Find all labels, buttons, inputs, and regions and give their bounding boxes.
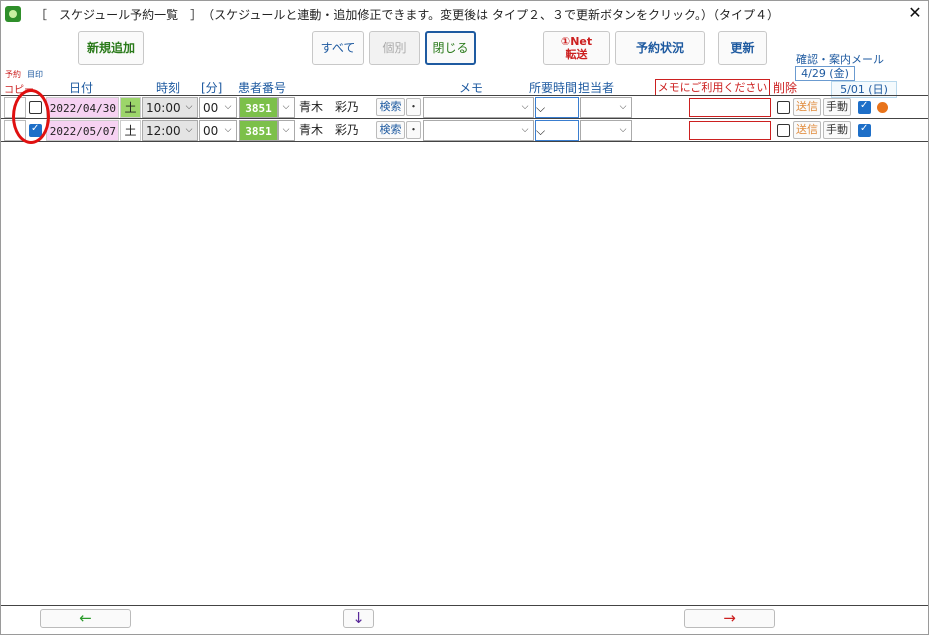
patient-select[interactable]: ⌵ bbox=[278, 97, 295, 118]
table-row: 2022/04/30 土 10:00 ⌵ 00 ⌵ 3851 ⌵ 青木 彩乃 検… bbox=[1, 96, 928, 119]
date-cell[interactable]: 2022/04/30 bbox=[46, 97, 119, 118]
header-duration: 所要時間 bbox=[529, 81, 578, 95]
minute-value: 00 bbox=[203, 101, 219, 115]
header-reservation: 予約 bbox=[5, 70, 21, 79]
duration-select[interactable]: ⌵ bbox=[535, 120, 579, 141]
send-button[interactable]: 送信 bbox=[793, 98, 821, 116]
mail-checkbox[interactable] bbox=[858, 123, 871, 137]
day-of-week: 土 bbox=[120, 97, 141, 118]
chevron-down-icon: ⌵ bbox=[536, 101, 546, 115]
manual-button[interactable]: 手動 bbox=[823, 121, 851, 139]
net-transfer-line2: 転送 bbox=[565, 48, 588, 61]
status-dot-icon bbox=[877, 102, 888, 113]
title-bar: ［ スケジュール予約一覧 ］ （スケジュールと連動・追加修正できます。変更後は … bbox=[1, 1, 928, 27]
date-cell[interactable]: 2022/05/07 bbox=[46, 120, 119, 141]
table-row: 2022/05/07 土 12:00 ⌵ 00 ⌵ 3851 ⌵ 青木 彩乃 検… bbox=[1, 119, 928, 142]
search-button[interactable]: 検索 bbox=[376, 98, 405, 116]
memo-input[interactable] bbox=[689, 121, 771, 140]
delete-checkbox[interactable] bbox=[777, 101, 790, 114]
close-button[interactable]: 閉じる bbox=[425, 31, 476, 65]
mail-checkbox[interactable] bbox=[858, 100, 871, 114]
staff-select[interactable]: ⌵ bbox=[580, 97, 632, 118]
memo-input[interactable] bbox=[689, 98, 771, 117]
memo-note-label: メモにご利用ください bbox=[655, 79, 770, 96]
chevron-down-icon: ⌵ bbox=[185, 125, 193, 135]
send-button[interactable]: 送信 bbox=[793, 121, 821, 139]
individual-button[interactable]: 個別 bbox=[369, 31, 420, 65]
header-mark: 目印 bbox=[27, 70, 43, 79]
patient-number[interactable]: 3851 bbox=[239, 120, 278, 141]
delete-checkbox[interactable] bbox=[777, 124, 790, 137]
header-memo: メモ bbox=[459, 81, 484, 95]
time-value: 10:00 bbox=[146, 101, 181, 115]
duration-select[interactable]: ⌵ bbox=[535, 97, 579, 118]
patient-number[interactable]: 3851 bbox=[239, 97, 278, 118]
chevron-down-icon: ⌵ bbox=[224, 102, 232, 112]
patient-name: 青木 彩乃 bbox=[299, 100, 360, 114]
day-of-week: 土 bbox=[120, 120, 141, 141]
chevron-down-icon: ⌵ bbox=[619, 102, 627, 112]
window-title: ［ スケジュール予約一覧 ］ （スケジュールと連動・追加修正できます。変更後は … bbox=[35, 8, 779, 22]
app-icon bbox=[5, 6, 21, 22]
minute-value: 00 bbox=[203, 124, 219, 138]
patient-select[interactable]: ⌵ bbox=[278, 120, 295, 141]
chevron-down-icon: ⌵ bbox=[619, 125, 627, 135]
mail-section-label: 確認・案内メール bbox=[796, 53, 884, 66]
chevron-down-icon: ⌵ bbox=[521, 125, 529, 135]
show-all-button[interactable]: すべて bbox=[312, 31, 364, 65]
header-time: 時刻 bbox=[156, 81, 181, 95]
dot-button[interactable]: ・ bbox=[406, 98, 421, 116]
chevron-down-icon: ⌵ bbox=[282, 125, 290, 135]
time-select[interactable]: 10:00 ⌵ bbox=[142, 97, 198, 118]
chevron-down-icon: ⌵ bbox=[224, 125, 232, 135]
net-transfer-button[interactable]: ①Net 転送 bbox=[543, 31, 610, 65]
manual-button[interactable]: 手動 bbox=[823, 98, 851, 116]
dot-button[interactable]: ・ bbox=[406, 121, 421, 139]
search-button[interactable]: 検索 bbox=[376, 121, 405, 139]
header-date: 日付 bbox=[69, 81, 94, 95]
minute-select[interactable]: 00 ⌵ bbox=[199, 97, 237, 118]
header-minute: [分] bbox=[201, 81, 223, 95]
chevron-down-icon: ⌵ bbox=[185, 102, 193, 112]
staff-select[interactable]: ⌵ bbox=[580, 120, 632, 141]
chevron-down-icon: ⌵ bbox=[521, 102, 529, 112]
memo-select[interactable]: ⌵ bbox=[423, 120, 534, 141]
header-staff: 担当者 bbox=[578, 81, 615, 95]
patient-name: 青木 彩乃 bbox=[299, 123, 360, 137]
header-patient-no: 患者番号 bbox=[238, 81, 287, 95]
chevron-down-icon: ⌵ bbox=[536, 124, 546, 138]
time-select[interactable]: 12:00 ⌵ bbox=[142, 120, 198, 141]
down-arrow-button[interactable]: ↓ bbox=[343, 609, 374, 628]
new-reservation-button[interactable]: 新規追加 bbox=[78, 31, 144, 65]
next-arrow-button[interactable]: → bbox=[684, 609, 775, 628]
bottom-divider bbox=[1, 605, 928, 606]
net-transfer-line1: ①Net bbox=[560, 34, 593, 48]
memo-select[interactable]: ⌵ bbox=[423, 97, 534, 118]
app-window: ［ スケジュール予約一覧 ］ （スケジュールと連動・追加修正できます。変更後は … bbox=[0, 0, 929, 635]
update-button[interactable]: 更新 bbox=[718, 31, 767, 65]
chevron-down-icon: ⌵ bbox=[282, 102, 290, 112]
highlight-circle bbox=[12, 89, 50, 144]
reservation-status-button[interactable]: 予約状況 bbox=[615, 31, 705, 65]
mail-date-1[interactable]: 4/29 (金) bbox=[795, 66, 855, 81]
close-icon[interactable]: ✕ bbox=[905, 3, 925, 23]
header-delete: 削除 bbox=[773, 81, 798, 95]
time-value: 12:00 bbox=[146, 124, 181, 138]
minute-select[interactable]: 00 ⌵ bbox=[199, 120, 237, 141]
prev-arrow-button[interactable]: ← bbox=[40, 609, 131, 628]
